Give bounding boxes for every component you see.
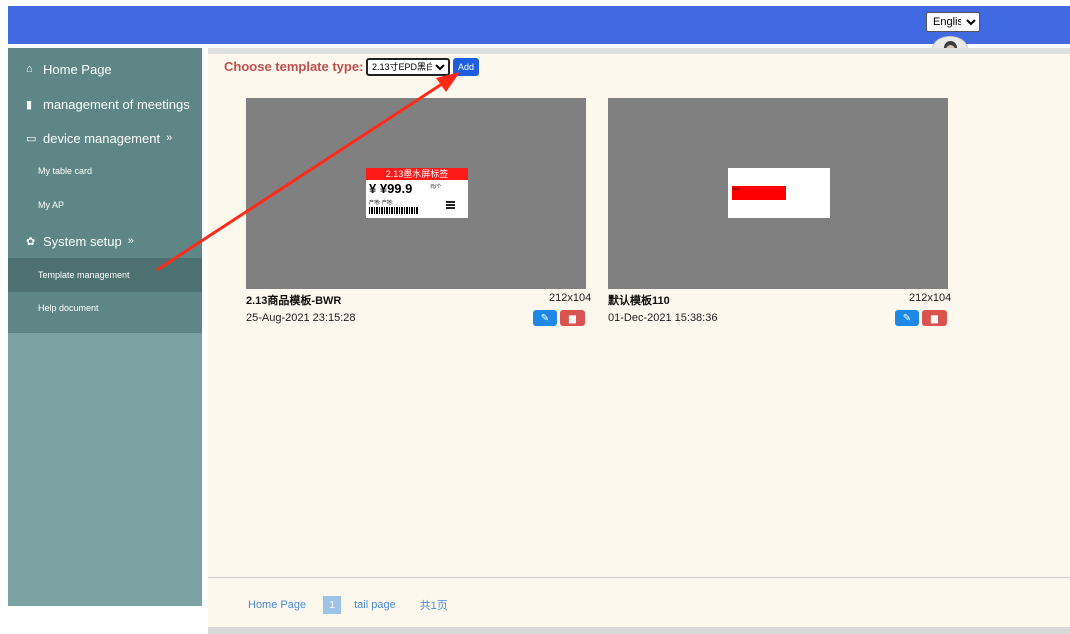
edit-button[interactable]: ✎ bbox=[533, 310, 557, 326]
sidebar-item-home[interactable]: ⌂ Home Page bbox=[8, 52, 202, 86]
page: English mms ⌂ Home Page ▮ management of … bbox=[0, 0, 1070, 634]
pencil-icon: ✎ bbox=[540, 312, 550, 324]
label-header: 2.13墨水屏标签 bbox=[366, 168, 468, 180]
delete-button[interactable]: ▆ bbox=[560, 310, 585, 326]
label-red-block bbox=[732, 186, 786, 200]
expand-icon: » bbox=[166, 132, 173, 144]
pencil-icon: ✎ bbox=[902, 312, 912, 324]
template-date: 01-Dec-2021 15:38:36 bbox=[608, 312, 718, 324]
sidebar-item-meetings[interactable]: ▮ management of meetings bbox=[8, 87, 202, 121]
sidebar-item-label: System setup bbox=[43, 233, 122, 249]
add-button[interactable]: Add bbox=[453, 58, 479, 76]
template-name: 默认模板110 bbox=[608, 295, 670, 307]
sidebar-item-label: Home Page bbox=[43, 61, 112, 77]
sidebar: ⌂ Home Page ▮ management of meetings ▭ d… bbox=[8, 48, 202, 606]
sidebar-item-label: Template management bbox=[38, 270, 130, 280]
template-size: 212x104 bbox=[549, 292, 592, 304]
edit-button[interactable]: ✎ bbox=[895, 310, 919, 326]
template-size: 212x104 bbox=[909, 292, 952, 304]
label-unit: 元/个 bbox=[430, 184, 442, 190]
top-bar bbox=[8, 6, 1070, 44]
sidebar-item-label: management of meetings bbox=[43, 96, 190, 112]
label-preview: text bbox=[728, 168, 830, 218]
sidebar-item-help[interactable]: Help document bbox=[8, 291, 202, 325]
trash-icon: ▆ bbox=[569, 312, 576, 323]
sidebar-item-device-management[interactable]: ▭ device management » bbox=[8, 121, 202, 155]
sidebar-item-label: device management bbox=[43, 130, 161, 146]
sidebar-item-system-setup[interactable]: ✿ System setup » bbox=[8, 224, 202, 258]
sidebar-item-ap[interactable]: My AP bbox=[8, 188, 202, 222]
template-type-label: Choose template type: bbox=[224, 59, 364, 74]
pager-home-link[interactable]: Home Page bbox=[248, 599, 306, 611]
language-select[interactable]: English bbox=[926, 12, 980, 32]
barcode-icon bbox=[369, 207, 419, 214]
label-price: ¥ ¥99.9 bbox=[369, 181, 413, 196]
sidebar-item-label: My table card bbox=[38, 166, 93, 176]
home-icon: ⌂ bbox=[26, 63, 33, 75]
template-preview[interactable]: text bbox=[608, 98, 948, 289]
pager-page-1[interactable]: 1 bbox=[323, 596, 342, 614]
qr-code-icon bbox=[446, 200, 455, 209]
label-text: text bbox=[733, 186, 740, 191]
sidebar-item-label: Help document bbox=[38, 303, 99, 313]
label-origin: 产地: 产地: bbox=[369, 200, 394, 206]
trash-icon: ▆ bbox=[931, 312, 938, 323]
template-preview[interactable]: 2.13墨水屏标签 ¥ ¥99.9 元/个 产地: 产地: bbox=[246, 98, 586, 289]
monitor-icon: ▭ bbox=[26, 132, 37, 145]
template-date: 25-Aug-2021 23:15:28 bbox=[246, 312, 356, 324]
pagination: Home Page 1 tail page 共1页 bbox=[248, 596, 448, 614]
bookmark-icon: ▮ bbox=[26, 98, 33, 111]
sidebar-item-table-card[interactable]: My table card bbox=[8, 154, 202, 188]
gear-icon: ✿ bbox=[26, 235, 36, 248]
pager-divider bbox=[208, 577, 1070, 578]
expand-icon: » bbox=[127, 235, 134, 247]
pager-total: 共1页 bbox=[419, 600, 448, 612]
pager-tail-link[interactable]: tail page bbox=[354, 599, 396, 611]
sidebar-item-template-management[interactable]: Template management bbox=[8, 258, 202, 292]
label-preview: 2.13墨水屏标签 ¥ ¥99.9 元/个 产地: 产地: bbox=[366, 168, 468, 218]
template-name: 2.13商品模板-BWR bbox=[246, 295, 342, 307]
template-type-select[interactable]: 2.13寸EPD黑白红 bbox=[366, 58, 450, 76]
delete-button[interactable]: ▆ bbox=[922, 310, 947, 326]
bottom-scroll-strip bbox=[208, 627, 1070, 634]
sidebar-item-label: My AP bbox=[38, 200, 65, 210]
